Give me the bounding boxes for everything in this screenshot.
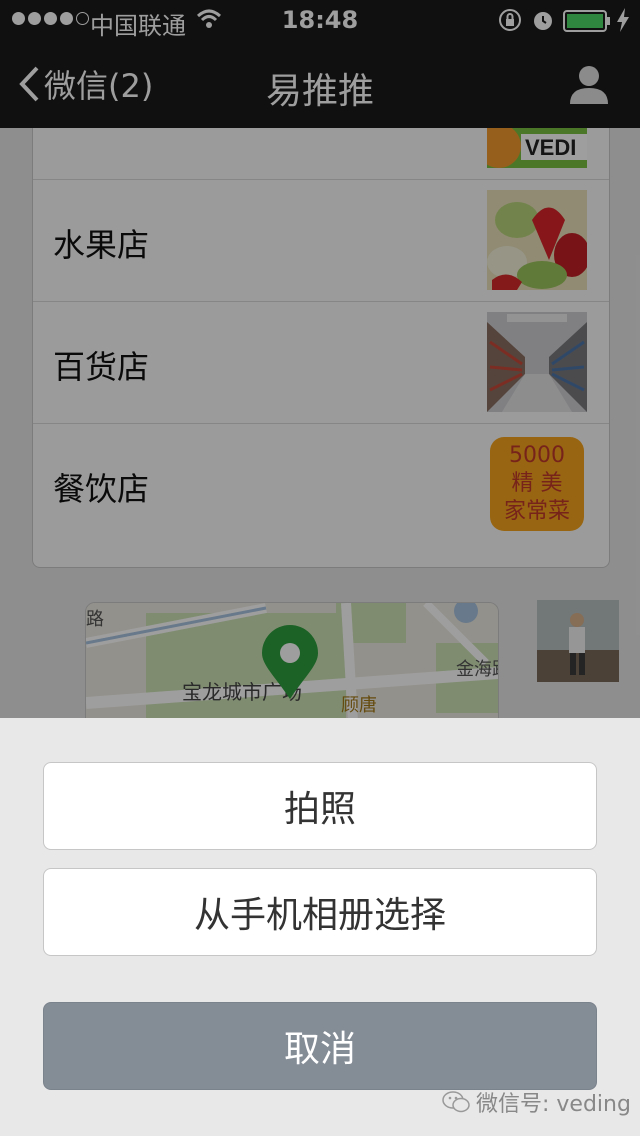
watermark-text: 微信号: veding bbox=[476, 1092, 631, 1117]
wechat-icon bbox=[442, 1091, 470, 1113]
take-photo-button[interactable]: 拍照 bbox=[43, 762, 597, 850]
watermark: 微信号: veding bbox=[442, 1086, 631, 1118]
cancel-button[interactable]: 取消 bbox=[43, 1002, 597, 1090]
action-sheet: 拍照 从手机相册选择 取消 bbox=[0, 718, 640, 1136]
choose-from-album-button[interactable]: 从手机相册选择 bbox=[43, 868, 597, 956]
